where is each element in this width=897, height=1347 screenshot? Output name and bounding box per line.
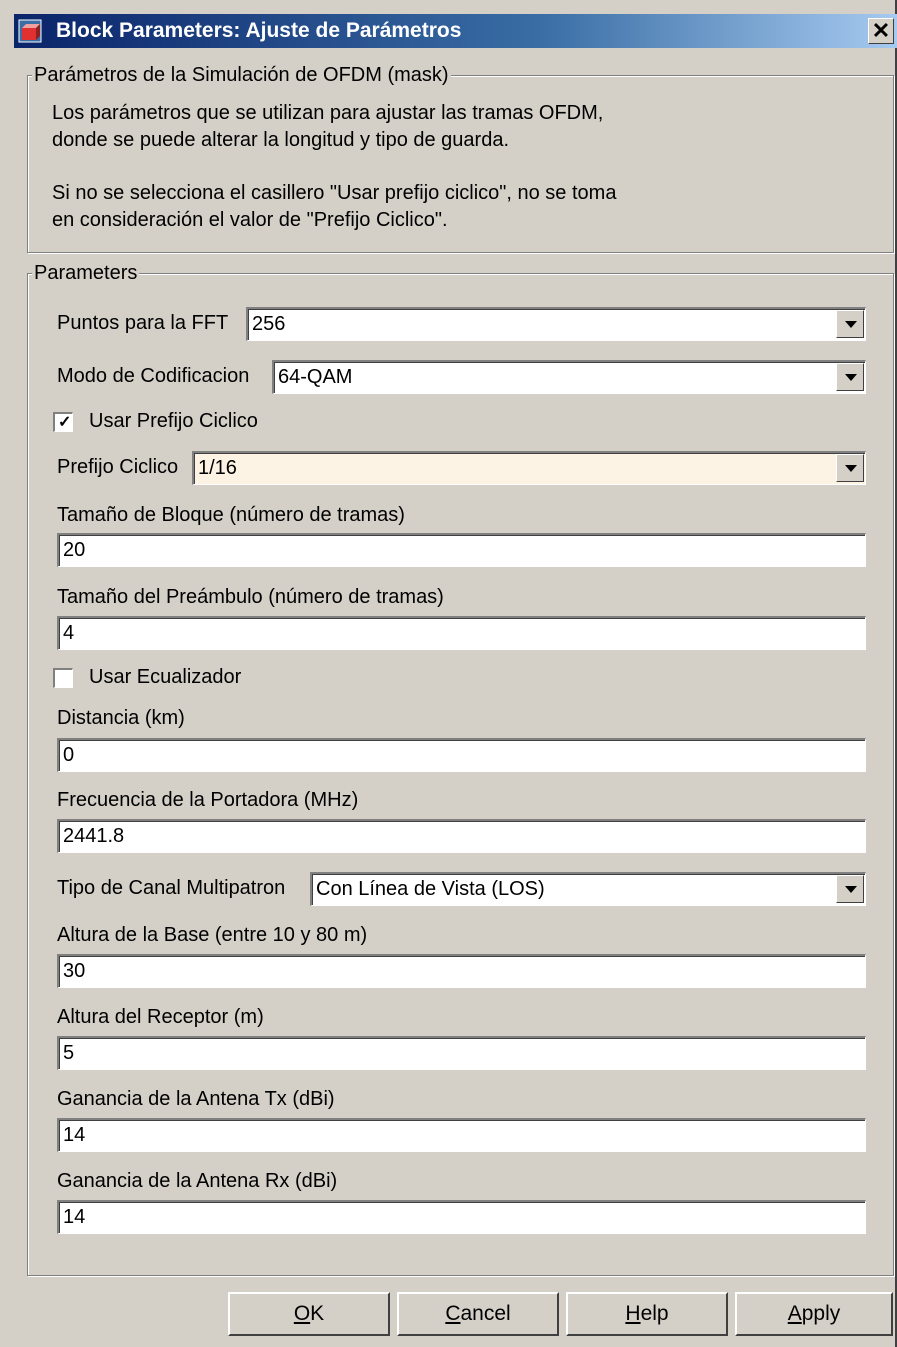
rx-gain-label: Ganancia de la Antena Rx (dBi) — [57, 1170, 338, 1192]
chevron-down-icon[interactable] — [836, 363, 864, 391]
cancel-label-rest: ancel — [460, 1302, 511, 1325]
carrier-frequency-input[interactable] — [63, 821, 861, 851]
block-size-field[interactable] — [57, 533, 866, 567]
preamble-size-label: Tamaño del Preámbulo (número de tramas) — [57, 586, 444, 608]
use-equalizer-checkbox[interactable] — [53, 668, 73, 688]
ok-button[interactable]: OK — [228, 1292, 390, 1336]
receiver-height-label: Altura del Receptor (m) — [57, 1006, 264, 1028]
carrier-frequency-field[interactable] — [57, 819, 866, 853]
coding-mode-label: Modo de Codificacion — [57, 365, 250, 387]
simulink-block-icon — [18, 19, 42, 43]
cancel-mnemonic: C — [445, 1302, 461, 1325]
help-label-rest: elp — [640, 1302, 669, 1325]
mask-group-legend: Parámetros de la Simulación de OFDM (mas… — [32, 63, 451, 87]
apply-label-rest: pply — [801, 1302, 841, 1325]
block-parameters-dialog: Block Parameters: Ajuste de Parámetros ✕… — [0, 0, 897, 1347]
ok-label-rest: K — [310, 1302, 325, 1325]
distance-input[interactable] — [63, 740, 861, 770]
rx-gain-field[interactable] — [57, 1200, 866, 1234]
chevron-down-icon[interactable] — [836, 875, 864, 903]
cyclic-prefix-label: Prefijo Ciclico — [57, 456, 179, 478]
close-icon: ✕ — [871, 18, 891, 43]
use-cyclic-prefix-label: Usar Prefijo Ciclico — [89, 410, 258, 432]
description-line: en consideración el valor de "Prefijo Ci… — [52, 209, 448, 231]
use-cyclic-prefix-checkbox[interactable]: ✓ — [53, 412, 73, 432]
title-bar[interactable]: Block Parameters: Ajuste de Parámetros ✕ — [14, 14, 897, 48]
block-size-input[interactable] — [63, 535, 861, 565]
carrier-frequency-label: Frecuencia de la Portadora (MHz) — [57, 789, 359, 811]
receiver-height-input[interactable] — [63, 1038, 861, 1068]
preamble-size-input[interactable] — [63, 618, 861, 648]
distance-label: Distancia (km) — [57, 707, 185, 729]
parameters-group-legend: Parameters — [32, 261, 140, 285]
distance-field[interactable] — [57, 738, 866, 772]
multipath-type-label: Tipo de Canal Multipatron — [57, 877, 286, 899]
preamble-size-field[interactable] — [57, 616, 866, 650]
help-button[interactable]: Help — [566, 1292, 728, 1336]
cancel-button[interactable]: Cancel — [397, 1292, 559, 1336]
coding-mode-value: 64-QAM — [278, 366, 353, 388]
tx-gain-label: Ganancia de la Antena Tx (dBi) — [57, 1088, 335, 1110]
chevron-down-icon[interactable] — [836, 454, 864, 482]
ok-mnemonic: O — [293, 1302, 311, 1325]
tx-gain-input[interactable] — [63, 1120, 861, 1150]
close-button[interactable]: ✕ — [868, 18, 894, 44]
apply-mnemonic: A — [787, 1302, 802, 1325]
receiver-height-field[interactable] — [57, 1036, 866, 1070]
help-mnemonic: H — [625, 1302, 641, 1325]
tx-gain-field[interactable] — [57, 1118, 866, 1152]
base-height-field[interactable] — [57, 954, 866, 988]
cyclic-prefix-select[interactable]: 1/16 — [192, 451, 866, 485]
coding-mode-select[interactable]: 64-QAM — [272, 360, 866, 394]
description-line: donde se puede alterar la longitud y tip… — [52, 129, 510, 151]
fft-points-select[interactable]: 256 — [246, 307, 866, 341]
multipath-type-select[interactable]: Con Línea de Vista (LOS) — [310, 872, 866, 906]
rx-gain-input[interactable] — [63, 1202, 861, 1232]
window-title: Block Parameters: Ajuste de Parámetros — [56, 19, 462, 42]
chevron-down-icon[interactable] — [836, 310, 864, 338]
description-line: Si no se selecciona el casillero "Usar p… — [52, 182, 617, 204]
check-icon: ✓ — [58, 414, 72, 431]
cyclic-prefix-value: 1/16 — [198, 457, 237, 479]
block-size-label: Tamaño de Bloque (número de tramas) — [57, 504, 405, 526]
fft-points-value: 256 — [252, 313, 286, 335]
use-equalizer-label: Usar Ecualizador — [89, 666, 242, 688]
multipath-type-value: Con Línea de Vista (LOS) — [316, 878, 545, 900]
description-line: Los parámetros que se utilizan para ajus… — [52, 102, 604, 124]
apply-button[interactable]: Apply — [735, 1292, 893, 1336]
base-height-input[interactable] — [63, 956, 861, 986]
fft-points-label: Puntos para la FFT — [57, 312, 229, 334]
base-height-label: Altura de la Base (entre 10 y 80 m) — [57, 924, 368, 946]
